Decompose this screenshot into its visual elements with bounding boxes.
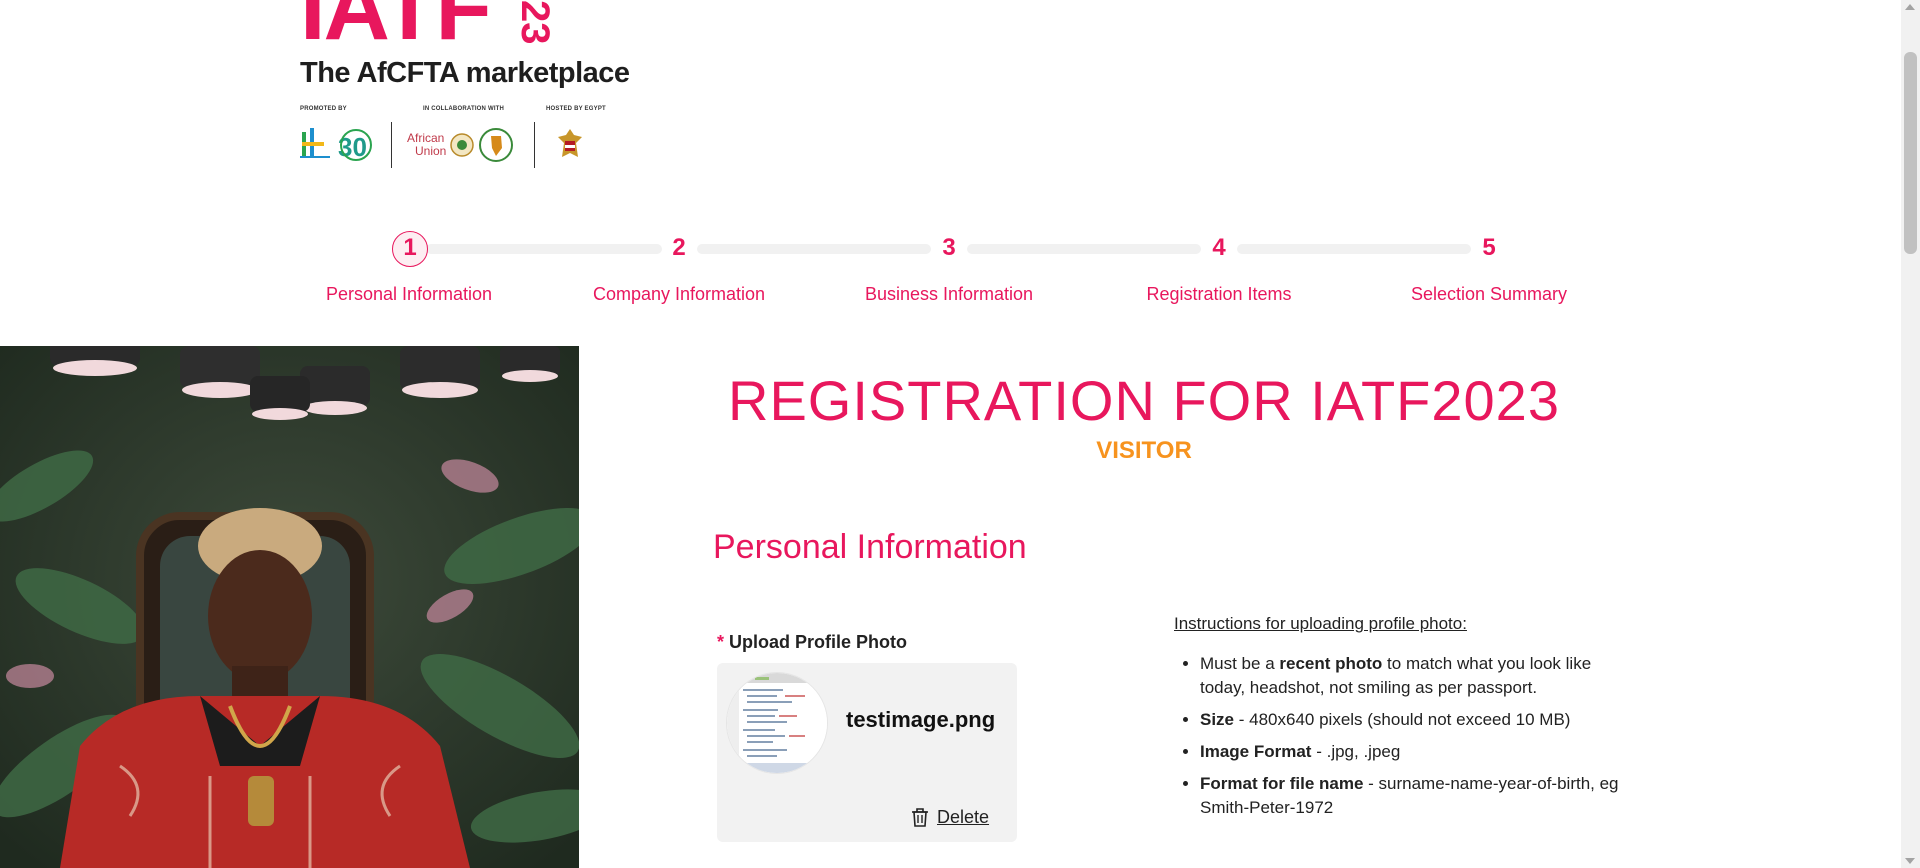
instruction-item: Must be a recent photo to match what you… bbox=[1200, 652, 1630, 700]
file-thumbnail bbox=[727, 673, 827, 773]
logo-divider bbox=[534, 122, 535, 168]
scroll-up-arrow-icon[interactable] bbox=[1905, 4, 1915, 10]
instruction-emphasis: Format for file name bbox=[1200, 774, 1364, 793]
logo-year: 23 bbox=[513, 0, 557, 45]
scrollbar-thumb[interactable] bbox=[1904, 52, 1917, 254]
step-2-label[interactable]: Company Information bbox=[554, 284, 804, 305]
logo-wordmark: IATF bbox=[300, 0, 492, 59]
step-2-indicator[interactable]: 2 bbox=[662, 231, 696, 265]
instruction-item: Format for file name - surname-name-year… bbox=[1200, 772, 1630, 820]
uploaded-file-name: testimage.png bbox=[846, 707, 996, 732]
section-title: Personal Information bbox=[713, 528, 1027, 566]
upload-photo-label: * Upload Profile Photo bbox=[717, 632, 907, 653]
hosted-by-label: HOSTED BY EGYPT bbox=[546, 106, 606, 112]
step-4-label[interactable]: Registration Items bbox=[1094, 284, 1344, 305]
step-3-indicator[interactable]: 3 bbox=[932, 231, 966, 265]
svg-text:African: African bbox=[407, 131, 444, 145]
instruction-emphasis: Size bbox=[1200, 710, 1235, 729]
svg-text:Union: Union bbox=[415, 144, 446, 158]
step-5-indicator[interactable]: 5 bbox=[1472, 231, 1506, 265]
step-3-label[interactable]: Business Information bbox=[824, 284, 1074, 305]
step-5-label[interactable]: Selection Summary bbox=[1364, 284, 1614, 305]
hero-photo bbox=[0, 346, 579, 868]
collaboration-label: IN COLLABORATION WITH bbox=[423, 106, 505, 112]
instruction-emphasis: Image Format bbox=[1200, 742, 1312, 761]
instructions-list: Must be a recent photo to match what you… bbox=[1174, 652, 1630, 828]
logo-tagline: The AfCFTA marketplace bbox=[300, 57, 630, 89]
step-connector bbox=[1237, 244, 1471, 254]
step-1-label[interactable]: Personal Information bbox=[284, 284, 534, 305]
uploaded-file-card: testimage.png Delete bbox=[717, 663, 1017, 842]
instruction-text: Must be a bbox=[1200, 654, 1280, 673]
egypt-eagle-logo bbox=[556, 127, 584, 166]
instruction-emphasis: recent photo bbox=[1279, 654, 1383, 673]
instruction-item: Size - 480x640 pixels (should not exceed… bbox=[1200, 708, 1630, 732]
page-title: REGISTRATION FOR IATF2023 bbox=[728, 369, 1560, 432]
step-connector bbox=[426, 244, 662, 254]
instruction-text: - .jpg, .jpeg bbox=[1311, 742, 1401, 761]
instructions-heading: Instructions for uploading profile photo… bbox=[1174, 614, 1467, 633]
step-1-indicator[interactable]: 1 bbox=[392, 231, 428, 267]
logo-divider bbox=[391, 122, 392, 168]
scroll-down-arrow-icon[interactable] bbox=[1905, 858, 1915, 864]
upload-photo-label-text: Upload Profile Photo bbox=[729, 632, 908, 652]
afreximbank-logo: 30 bbox=[300, 128, 376, 167]
instruction-item: Image Format - .jpg, .jpeg bbox=[1200, 740, 1630, 764]
step-connector bbox=[967, 244, 1201, 254]
trash-icon[interactable] bbox=[911, 807, 929, 832]
required-marker: * bbox=[717, 632, 725, 652]
step-4-indicator[interactable]: 4 bbox=[1202, 231, 1236, 265]
step-connector bbox=[697, 244, 931, 254]
promoted-by-label: PROMOTED BY bbox=[300, 106, 347, 112]
instruction-text: - 480x640 pixels (should not exceed 10 M… bbox=[1234, 710, 1571, 729]
delete-file-button[interactable]: Delete bbox=[937, 807, 989, 828]
african-union-logo: African Union bbox=[407, 128, 517, 169]
registration-type: VISITOR bbox=[1096, 437, 1192, 464]
